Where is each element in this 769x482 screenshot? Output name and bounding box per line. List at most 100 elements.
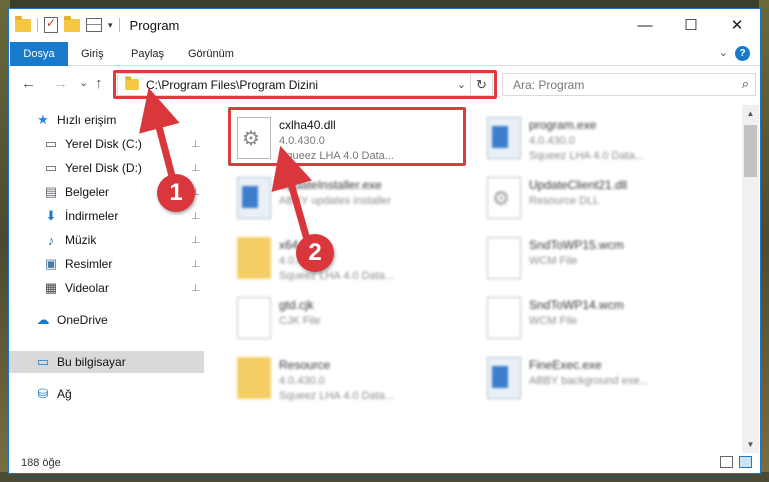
sidebar-item-onedrive[interactable]: ☁ OneDrive xyxy=(9,309,204,331)
file-version: 4.0.430.0 xyxy=(529,135,575,147)
file-item-program-exe[interactable]: program.exe 4.0.430.0 Squeez LHA 4.0 Dat… xyxy=(479,111,719,167)
sidebar-item-label: Bu bilgisayar xyxy=(57,355,126,369)
videos-icon: ▦ xyxy=(44,280,58,295)
sidebar-item-music[interactable]: ♪ Müzik ⊥ xyxy=(9,229,204,251)
pin-icon[interactable]: ⊥ xyxy=(191,259,200,270)
documents-icon: ▤ xyxy=(44,184,58,199)
file-item-sndtowp15-wcm[interactable]: SndToWP15.wcm WCM File xyxy=(479,231,719,287)
status-bar: 188 öğe xyxy=(9,453,760,473)
file-description: Resource DLL xyxy=(529,195,600,207)
sidebar-item-label: Hızlı erişim xyxy=(57,113,117,127)
sidebar-item-network[interactable]: ⛁ Ağ xyxy=(9,383,204,405)
file-name: FineExec.exe xyxy=(529,358,602,372)
downloads-icon: ⬇ xyxy=(45,208,57,223)
toolbar-separator xyxy=(37,18,38,32)
file-item-updateinstaller-exe[interactable]: UpdateInstaller.exe ABBY updates install… xyxy=(229,171,469,227)
file-description: ABBY updates installer xyxy=(279,195,392,207)
exe-file-icon xyxy=(237,177,271,219)
document-file-icon xyxy=(487,297,521,339)
minimize-button[interactable]: — xyxy=(622,9,668,41)
sidebar-item-local-disk-c[interactable]: ▭ Yerel Disk (C:) ⊥ xyxy=(9,133,204,155)
sidebar-item-pictures[interactable]: ▣ Resimler ⊥ xyxy=(9,253,204,275)
forward-arrow-icon[interactable]: → xyxy=(53,75,68,92)
exe-file-icon xyxy=(487,357,521,399)
file-item-x64[interactable]: x64 4.0.430.0 Squeez LHA 4.0 Data... xyxy=(229,231,469,287)
sidebar-item-quick-access[interactable]: ★ Hızlı erişim xyxy=(9,109,204,131)
file-item-sndtowp14-wcm[interactable]: SndToWP14.wcm WCM File xyxy=(479,291,719,347)
file-item-updateclient21-dll[interactable]: UpdateClient21.dll Resource DLL xyxy=(479,171,719,227)
file-item-resource[interactable]: Resource 4.0.430.0 Squeez LHA 4.0 Data..… xyxy=(229,351,469,407)
file-description: Squeez LHA 4.0 Data... xyxy=(529,150,644,162)
scroll-thumb[interactable] xyxy=(744,125,757,177)
back-arrow-icon[interactable]: ← xyxy=(21,75,36,92)
sidebar-item-label: İndirmeler xyxy=(65,209,119,223)
properties-icon[interactable] xyxy=(44,16,58,33)
tab-file[interactable]: Dosya xyxy=(10,42,68,66)
search-input[interactable]: Ara: Program ⌕ xyxy=(502,73,756,96)
address-highlight-box xyxy=(113,70,497,99)
up-arrow-icon[interactable]: ↑ xyxy=(95,75,103,92)
customize-toolbar-dropdown[interactable]: ▾ xyxy=(108,20,113,31)
exe-file-icon xyxy=(487,117,521,159)
sidebar-item-this-pc[interactable]: ▭ Bu bilgisayar xyxy=(9,351,204,373)
file-name: UpdateClient21.dll xyxy=(529,178,628,192)
toolbar-separator xyxy=(118,18,120,32)
quick-access-toolbar: ▾ xyxy=(9,15,120,33)
pin-icon[interactable]: ⊥ xyxy=(191,211,200,222)
explorer-window: ▾ Program — ☐ ✕ Dosya Giriş Paylaş Görün… xyxy=(8,8,761,474)
file-description: WCM File xyxy=(529,315,578,327)
sidebar-item-label: Ağ xyxy=(57,387,72,401)
file-item-gtd-cjk[interactable]: gtd.cjk CJK File xyxy=(229,291,469,347)
file-description: ABBY background exe... xyxy=(529,375,649,387)
window-controls: — ☐ ✕ xyxy=(622,9,760,41)
network-icon: ⛁ xyxy=(37,386,49,401)
step-marker-1: 1 xyxy=(157,174,195,212)
sidebar-item-label: Yerel Disk (C:) xyxy=(65,137,142,151)
folder-icon xyxy=(237,357,271,399)
pin-icon[interactable]: ⊥ xyxy=(191,163,200,174)
sidebar-item-label: OneDrive xyxy=(57,313,108,327)
tab-share[interactable]: Paylaş xyxy=(131,42,164,66)
details-view-icon[interactable] xyxy=(720,456,733,468)
maximize-button[interactable]: ☐ xyxy=(668,9,714,41)
document-file-icon xyxy=(237,297,271,339)
file-name: SndToWP15.wcm xyxy=(529,238,624,252)
drive-icon: ▭ xyxy=(44,136,58,151)
file-description: Squeez LHA 4.0 Data... xyxy=(279,270,394,282)
pin-icon[interactable]: ⊥ xyxy=(191,235,200,246)
chevron-down-icon[interactable]: ⌄ xyxy=(719,46,728,59)
file-description: Squeez LHA 4.0 Data... xyxy=(279,390,394,402)
sidebar-item-videos[interactable]: ▦ Videolar ⊥ xyxy=(9,277,204,299)
view-icon[interactable] xyxy=(86,18,102,32)
sidebar-item-label: Müzik xyxy=(65,233,97,247)
help-icon[interactable]: ? xyxy=(735,46,750,61)
title-bar: ▾ Program — ☐ ✕ xyxy=(9,9,760,41)
scroll-down-icon[interactable]: ▼ xyxy=(742,436,759,453)
large-icons-view-icon[interactable] xyxy=(739,456,752,468)
search-icon[interactable]: ⌕ xyxy=(742,76,749,92)
folder-icon[interactable] xyxy=(15,15,31,32)
onedrive-icon: ☁ xyxy=(36,312,50,327)
file-item-fineexec-exe[interactable]: FineExec.exe ABBY background exe... xyxy=(479,351,719,407)
file-name: gtd.cjk xyxy=(279,298,314,312)
step-marker-2: 2 xyxy=(296,234,334,272)
recent-locations-icon[interactable]: ⌄ xyxy=(79,76,88,89)
view-toggle xyxy=(720,456,752,468)
pin-icon[interactable]: ⊥ xyxy=(191,139,200,150)
vertical-scrollbar[interactable]: ▲ ▼ xyxy=(742,105,759,453)
tab-view[interactable]: Görünüm xyxy=(188,42,234,66)
scroll-up-icon[interactable]: ▲ xyxy=(742,105,759,122)
new-folder-icon[interactable] xyxy=(64,15,80,32)
sidebar-item-label: Belgeler xyxy=(65,185,110,199)
navigation-pane: ★ Hızlı erişim ▭ Yerel Disk (C:) ⊥ ▭ Yer… xyxy=(9,109,204,449)
file-description: WCM File xyxy=(529,255,578,267)
tab-home[interactable]: Giriş xyxy=(81,42,104,66)
close-button[interactable]: ✕ xyxy=(714,9,760,41)
star-icon: ★ xyxy=(37,112,49,127)
search-placeholder: Ara: Program xyxy=(513,77,585,92)
file-name: Resource xyxy=(279,358,331,372)
pin-icon[interactable]: ⊥ xyxy=(191,283,200,294)
window-title: Program xyxy=(129,17,180,33)
dll-file-icon xyxy=(487,177,521,219)
file-name: UpdateInstaller.exe xyxy=(279,178,382,192)
